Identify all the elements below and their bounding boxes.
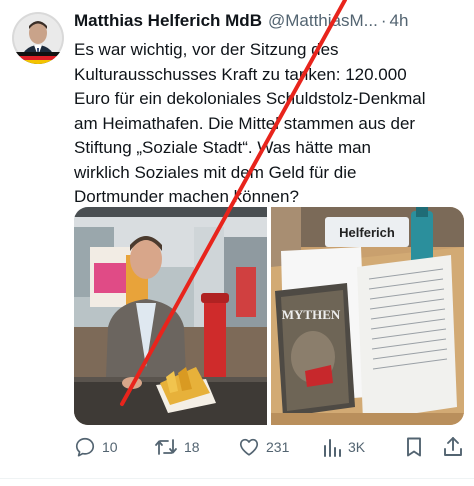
action-bar: 10 18 231 3K [74, 434, 464, 460]
tweet-text: Es war wichtig, vor der Sitzung des Kult… [74, 38, 466, 210]
media-image-1[interactable] [74, 207, 267, 425]
nameplate-text: Helferich [339, 225, 395, 240]
bookmark-icon [404, 436, 424, 458]
reply-icon [74, 436, 96, 458]
views-button[interactable]: 3K [322, 436, 365, 458]
tweet-text-line: Euro für ein dekoloniales Schuldstolz-De… [74, 89, 426, 108]
tweet-text-line: Es war wichtig, vor der Sitzung des [74, 40, 339, 59]
repost-count: 18 [184, 439, 200, 455]
book-title-text: MYTHEN [282, 307, 341, 322]
like-count: 231 [266, 439, 290, 455]
bookmark-button[interactable] [404, 436, 424, 458]
repost-icon [154, 436, 178, 458]
media-grid: Helferich MYTHEN [74, 207, 464, 425]
separator-dot: · [380, 11, 387, 30]
share-button[interactable] [442, 436, 464, 458]
repost-button[interactable]: 18 [154, 436, 200, 458]
like-button[interactable]: 231 [238, 436, 289, 458]
tweet-text-line: Stiftung „Soziale Stadt“. Was hätte man [74, 138, 372, 157]
user-handle[interactable]: @MatthiasM... [268, 11, 378, 31]
heart-icon [238, 436, 260, 458]
display-name[interactable]: Matthias Helferich MdB [74, 11, 262, 31]
tweet-text-line: am Heimathafen. Die Mittel stammen aus d… [74, 113, 416, 133]
tweet-text-line: Kulturausschusses Kraft zu tanken: 120.0… [74, 64, 407, 84]
tweet-header: Matthias Helferich MdB @MatthiasM... · 4… [74, 11, 466, 35]
share-icon [442, 436, 464, 458]
media-image-2[interactable]: Helferich MYTHEN [271, 207, 464, 425]
tweet-text-line: Dortmunder machen können? [74, 187, 299, 206]
reply-count: 10 [102, 439, 118, 455]
avatar[interactable] [12, 12, 64, 64]
divider [0, 478, 474, 479]
views-count: 3K [348, 439, 366, 455]
timestamp[interactable]: 4h [390, 11, 409, 31]
tweet[interactable]: Matthias Helferich MdB @MatthiasM... · 4… [0, 0, 474, 486]
tweet-text-line: wirklich Soziales mit dem Geld für die [74, 162, 357, 182]
reply-button[interactable]: 10 [74, 436, 118, 458]
views-icon [322, 436, 342, 458]
